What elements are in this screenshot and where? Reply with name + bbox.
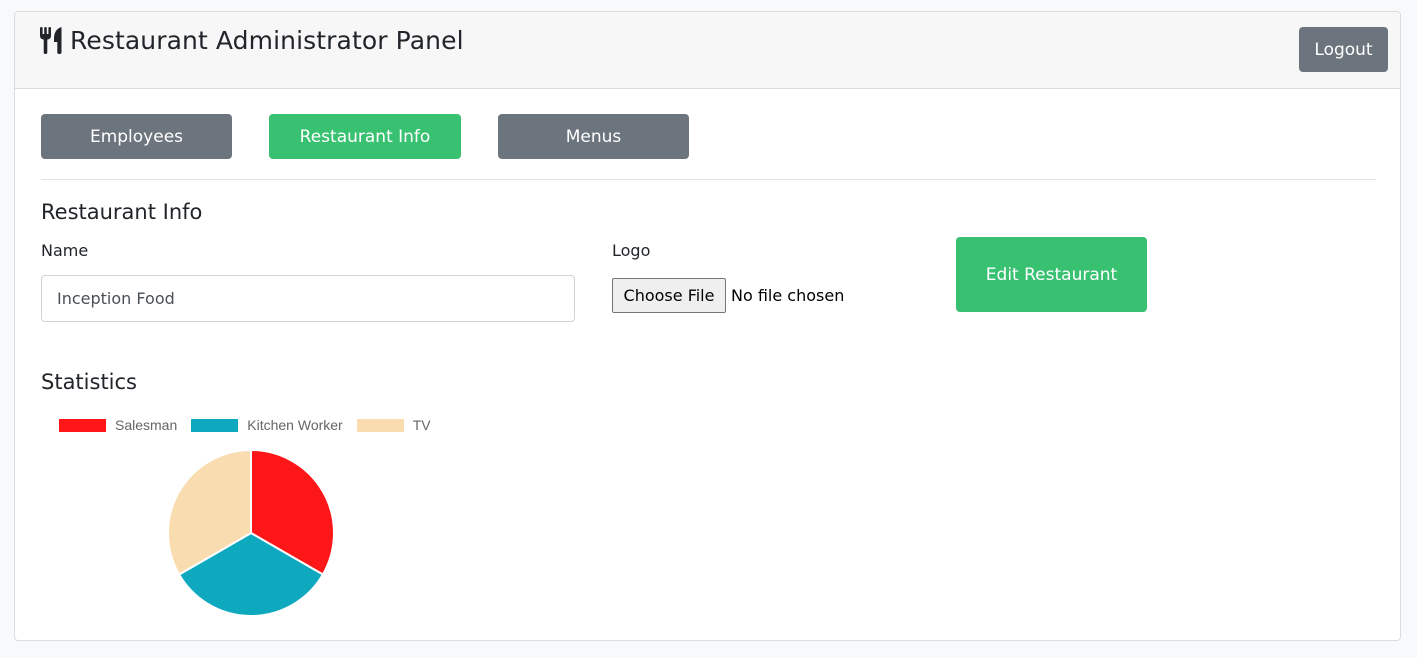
utensils-icon bbox=[39, 27, 63, 54]
legend-item[interactable]: Kitchen Worker bbox=[191, 417, 343, 433]
statistics-heading: Statistics bbox=[41, 370, 137, 394]
brand: Restaurant Administrator Panel bbox=[39, 26, 464, 55]
divider bbox=[41, 179, 1376, 180]
panel-header: Restaurant Administrator Panel Logout bbox=[15, 12, 1400, 89]
legend-item[interactable]: TV bbox=[356, 417, 431, 433]
name-label: Name bbox=[41, 241, 89, 260]
file-status: No file chosen bbox=[731, 286, 845, 305]
admin-panel-card: Restaurant Administrator Panel Logout Em… bbox=[14, 11, 1401, 641]
name-input[interactable] bbox=[41, 275, 575, 322]
legend-label: Salesman bbox=[115, 417, 178, 433]
statistics-pie-chart bbox=[167, 448, 335, 617]
legend-swatch bbox=[356, 418, 404, 432]
legend-item[interactable]: Salesman bbox=[59, 417, 177, 433]
page-title: Restaurant Administrator Panel bbox=[70, 26, 464, 55]
legend-label: TV bbox=[412, 417, 431, 433]
logout-button[interactable]: Logout bbox=[1299, 27, 1388, 72]
chart-legend: Salesman Kitchen Worker TV bbox=[59, 417, 445, 433]
tab-restaurant-info[interactable]: Restaurant Info bbox=[269, 114, 461, 159]
restaurant-info-heading: Restaurant Info bbox=[41, 200, 203, 224]
choose-file-button[interactable]: Choose File bbox=[612, 278, 726, 313]
tab-employees[interactable]: Employees bbox=[41, 114, 232, 159]
tab-menus[interactable]: Menus bbox=[498, 114, 689, 159]
legend-label: Kitchen Worker bbox=[247, 417, 343, 433]
legend-swatch bbox=[59, 418, 106, 432]
logo-label: Logo bbox=[612, 241, 651, 260]
edit-restaurant-button[interactable]: Edit Restaurant bbox=[956, 237, 1147, 312]
legend-swatch bbox=[191, 418, 239, 432]
